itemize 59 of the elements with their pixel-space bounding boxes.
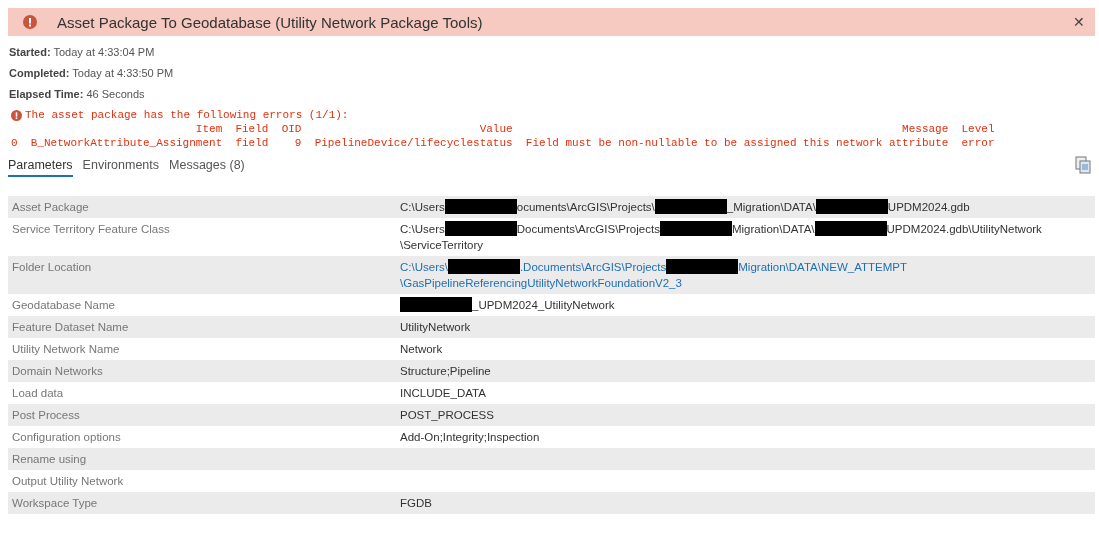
parameter-label: Folder Location [12, 260, 93, 275]
parameter-label: Feature Dataset Name [12, 320, 130, 335]
parameter-label: Utility Network Name [12, 342, 121, 357]
parameter-value: Migration\DATA\ [731, 223, 815, 235]
parameter-value: ocuments\ArcGIS\Projects\ [516, 201, 655, 213]
parameter-label: Output Utility Network [12, 474, 125, 489]
parameter-value: FGDB [400, 497, 432, 509]
tab[interactable]: Messages (8) [169, 156, 245, 177]
error-cell: field [235, 136, 269, 150]
parameter-value: Add-On;Integrity;Inspection [400, 431, 540, 443]
error-message: The asset package has the following errors (1/1): [25, 109, 349, 121]
error-cell-text: 9 [293, 136, 302, 150]
parameter-label: Configuration options [12, 430, 122, 445]
dialog-title: Asset Package To Geodatabase (Utility Network Package Tools) [57, 13, 484, 31]
parameter-label: Asset Package [12, 200, 90, 215]
column-header: OID [281, 122, 302, 136]
parameter-value: Documents\ArcGIS\Projects [516, 223, 660, 235]
info-line: Completed: Today at 4:33:50 PM [9, 66, 175, 81]
parameter-label: Rename using [12, 452, 88, 467]
column-header: Message [901, 122, 949, 136]
parameter-value: _UPDM2024_UtilityNetwork [472, 299, 615, 311]
parameter-label: Load data [12, 386, 65, 401]
folder-link[interactable]: \GasPipelineReferencingUtilityNetworkFoundationV2_3 [400, 277, 682, 289]
redaction-bar [400, 297, 472, 312]
error-icon [11, 109, 22, 121]
parameter-value: Structure;Pipeline [400, 365, 491, 377]
folder-link[interactable]: C:\Users\ [400, 261, 448, 273]
error-cell: 0 [11, 136, 18, 150]
parameter-value: POST_PROCESS [400, 409, 494, 421]
column-header: Value [478, 122, 513, 136]
close-button[interactable]: ✕ [1073, 14, 1085, 30]
error-cell: error [961, 136, 995, 150]
parameter-value: UtilityNetwork [400, 321, 471, 333]
folder-link[interactable]: Migration\DATA\NEW_ATTEMPT [738, 261, 907, 273]
parameter-label: Geodatabase Name [12, 298, 116, 313]
error-cell: Field must be non-nullable to be assigned this network attribute [525, 136, 949, 150]
parameter-value: Network [400, 343, 443, 355]
parameter-value: C:\Users [400, 223, 445, 235]
info-line: Started: Today at 4:33:04 PM [9, 45, 156, 60]
copy-icon[interactable] [1075, 156, 1091, 174]
error-cell: PipelineDevice/lifecyclestatus [314, 136, 513, 150]
column-header: Item [194, 122, 223, 136]
parameter-value: UPDM2024.gdb\UtilityNetwork [886, 223, 1042, 235]
parameter-label: Domain Networks [12, 364, 104, 379]
folder-link[interactable]: .Documents\ArcGIS\Projects [519, 261, 667, 273]
info-line: Elapsed Time: 46 Seconds [9, 87, 146, 102]
parameter-label: Post Process [12, 408, 81, 423]
tab[interactable]: Environments [82, 156, 160, 177]
parameter-value: \ServiceTerritory [400, 239, 484, 251]
parameter-value: UPDM2024.gdb [887, 201, 970, 213]
parameter-label: Workspace Type [12, 496, 99, 511]
parameter-value: INCLUDE_DATA [400, 387, 486, 399]
parameter-value: C:\Users [400, 201, 445, 213]
error-cell: B_NetworkAttribute_Assignment [30, 136, 223, 150]
column-header: Level [961, 122, 995, 136]
parameter-label: Service Territory Feature Class [12, 222, 171, 237]
error-icon [23, 15, 37, 29]
tab[interactable]: Parameters [8, 156, 73, 177]
column-header: Field [235, 122, 269, 136]
